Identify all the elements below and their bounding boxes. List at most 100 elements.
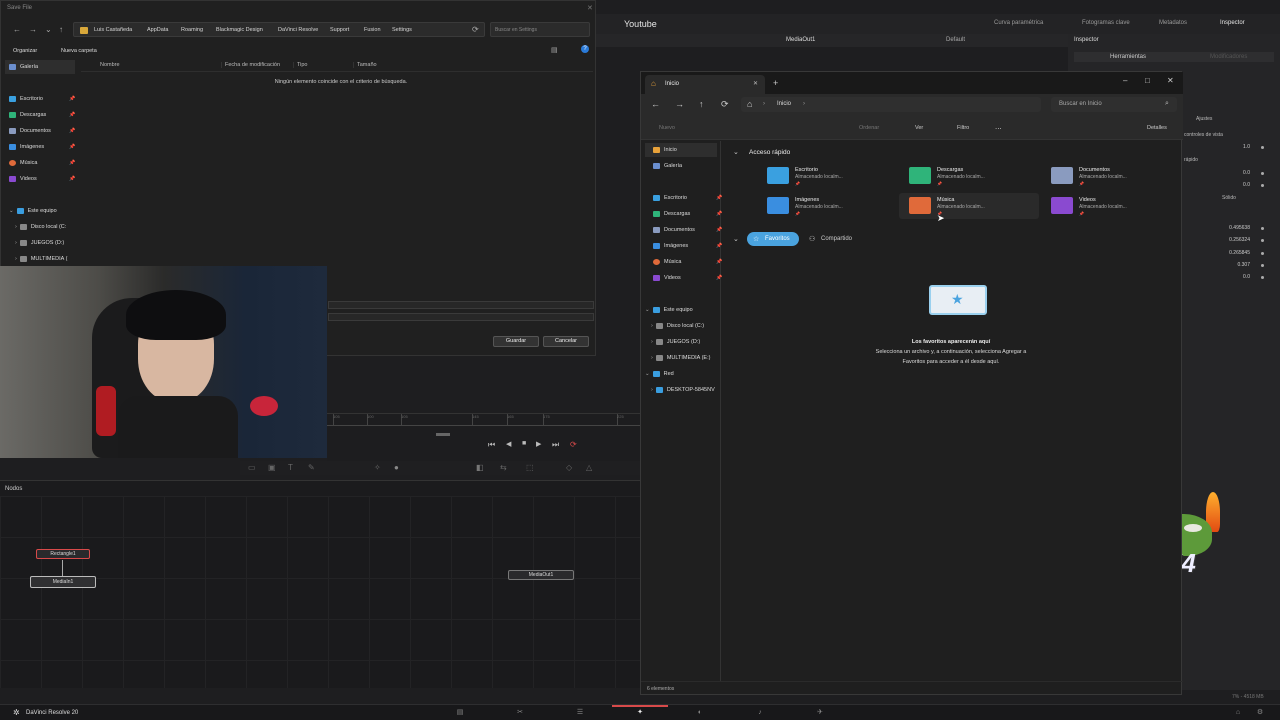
inspector-value[interactable]: 0.256324 [1222, 237, 1250, 243]
deliver-page-icon[interactable]: ✈ [816, 709, 824, 717]
sidebar-item-downloads[interactable]: Descargas 📌 [9, 108, 75, 122]
background-tool-icon[interactable]: ▭ [248, 463, 256, 472]
shared-pill[interactable]: ⚇ Compartido [803, 232, 863, 246]
go-to-end-icon[interactable]: ⏭ [552, 440, 559, 450]
inspector-button[interactable]: Inspector [1220, 20, 1245, 26]
parametric-curve-button[interactable]: Curva paramétrica [994, 20, 1043, 26]
sidebar-item-downloads[interactable]: Descargas 📌 [653, 207, 722, 221]
sidebar-item-disk-d[interactable]: › JUEGOS (D:) [15, 236, 64, 250]
merge-tool-icon[interactable]: ◧ [476, 463, 484, 472]
search-input[interactable]: Buscar en Settings [490, 22, 590, 37]
new-button[interactable]: Nuevo [659, 125, 675, 131]
tab-home[interactable]: ⌂ Inicio ✕ [645, 75, 765, 94]
sidebar-item-desktop-pc[interactable]: › DESKTOP-5845NV [651, 383, 715, 397]
timeline-ruler[interactable]: 105 100 105 145 165 175 225 [327, 414, 640, 426]
cut-page-icon[interactable]: ✂ [516, 709, 524, 717]
node-media-out[interactable]: MediaOut1 [508, 570, 574, 580]
close-icon[interactable]: ✕ [587, 4, 593, 12]
breadcrumb-item[interactable]: Luis Castañeda [94, 27, 132, 33]
sidebar-item-home[interactable]: Inicio [645, 143, 717, 157]
column-size[interactable]: Tamaño [353, 62, 377, 68]
up-arrow-icon[interactable]: ↑ [699, 99, 704, 109]
keyframes-button[interactable]: Fotogramas clave [1082, 20, 1130, 26]
search-icon[interactable]: ⌕ [1165, 100, 1169, 108]
inspector-value[interactable]: 0.0 [1226, 182, 1250, 188]
breadcrumb-item[interactable]: Fusion [364, 27, 381, 33]
sidebar-item-gallery[interactable]: Galería [653, 159, 682, 173]
quick-access-images[interactable]: Imágenes Almacenado localm... 📌 [757, 193, 897, 219]
filter-button[interactable]: Filtro [957, 125, 969, 131]
loop-icon[interactable]: ⟳ [570, 440, 577, 449]
chevron-right-icon[interactable]: › [15, 240, 17, 246]
explorer-search-input[interactable]: Buscar en Inicio [1051, 97, 1177, 112]
chevron-down-icon[interactable]: ⌄ [733, 148, 739, 156]
inspector-value[interactable]: 0.0 [1226, 274, 1250, 280]
text-tool-icon[interactable]: T [288, 463, 293, 472]
column-date[interactable]: Fecha de modificación [221, 62, 280, 68]
sidebar-item-images[interactable]: Imágenes 📌 [653, 239, 722, 253]
image-tool-icon[interactable]: ▣ [268, 463, 276, 472]
quick-access-music[interactable]: Música Almacenado localm... 📌 [899, 193, 1039, 219]
organize-button[interactable]: Organizar [13, 48, 37, 54]
chevron-right-icon[interactable]: › [651, 355, 653, 361]
address-bar[interactable]: Luis Castañeda AppData Roaming Blackmagi… [73, 22, 485, 37]
refresh-icon[interactable]: ⟳ [721, 99, 729, 110]
node-media-in[interactable]: MediaIn1 [30, 576, 96, 588]
sidebar-item-this-pc[interactable]: ⌄ Este equipo [9, 204, 57, 218]
fairlight-page-icon[interactable]: ♪ [756, 709, 764, 717]
help-icon[interactable]: ? [581, 45, 589, 53]
breadcrumb-item[interactable]: Roaming [181, 27, 203, 33]
keyframe-dot-icon[interactable] [1261, 184, 1264, 187]
tab-modifiers[interactable]: Modificadores [1210, 54, 1247, 60]
go-to-start-icon[interactable]: ⏮ [488, 440, 495, 450]
paint-tool-icon[interactable]: ✎ [308, 463, 315, 472]
close-window-icon[interactable]: ✕ [1167, 76, 1174, 85]
keyframe-dot-icon[interactable] [1261, 227, 1264, 230]
breadcrumb-item[interactable]: AppData [147, 27, 168, 33]
inspector-value[interactable]: 0.495638 [1222, 225, 1250, 231]
chevron-right-icon[interactable]: › [651, 387, 653, 393]
keyframe-dot-icon[interactable] [1261, 172, 1264, 175]
filename-input[interactable] [328, 301, 594, 309]
color-page-icon[interactable]: ◐ [696, 709, 704, 717]
view-options-icon[interactable]: ▤ [551, 46, 558, 54]
inspector-value[interactable]: 1.0 [1226, 144, 1250, 150]
blur-tool-icon[interactable]: ● [394, 463, 399, 472]
cancel-button[interactable]: Cancelar [543, 336, 589, 347]
sidebar-item-documents[interactable]: Documentos 📌 [653, 223, 722, 237]
keyframe-dot-icon[interactable] [1261, 146, 1264, 149]
filetype-select[interactable] [328, 313, 594, 321]
explorer-address-bar[interactable]: ⌂ › Inicio › [741, 97, 1041, 112]
new-folder-button[interactable]: Nueva carpeta [61, 48, 97, 54]
back-arrow-icon[interactable]: ← [13, 25, 21, 34]
node-editor[interactable] [0, 496, 640, 688]
inspector-value[interactable]: 0.0 [1226, 170, 1250, 176]
back-arrow-icon[interactable]: ← [651, 99, 660, 109]
metadata-button[interactable]: Metadatos [1159, 20, 1187, 26]
chevron-down-icon[interactable]: ⌄ [645, 371, 650, 377]
maximize-icon[interactable]: □ [1145, 76, 1150, 85]
shape-tool-icon[interactable]: ◇ [566, 463, 572, 472]
node-rectangle[interactable]: Rectangle1 [36, 549, 90, 559]
column-type[interactable]: Tipo [293, 62, 308, 68]
media-page-icon[interactable]: ▤ [456, 709, 464, 717]
transform-tool-icon[interactable]: ⇆ [500, 463, 507, 472]
refresh-icon[interactable]: ⟳ [472, 25, 479, 34]
sidebar-item-disk-d[interactable]: › JUEGOS (D:) [651, 335, 700, 349]
fusion-page-icon[interactable]: ✦ [636, 709, 644, 717]
sidebar-item-videos[interactable]: Videos 📌 [9, 172, 75, 186]
inspector-value[interactable]: 0.265845 [1222, 250, 1250, 256]
play-icon[interactable]: ▶ [536, 440, 541, 448]
sidebar-item-disk-e[interactable]: › MULTIMEDIA ( [15, 252, 67, 266]
up-arrow-icon[interactable]: ↑ [59, 25, 63, 34]
chevron-right-icon[interactable]: › [651, 339, 653, 345]
sidebar-item-desktop[interactable]: Escritorio 📌 [653, 191, 722, 205]
sidebar-item-documents[interactable]: Documentos 📌 [9, 124, 75, 138]
tab-tools[interactable]: Herramientas [1110, 54, 1146, 60]
chevron-down-icon[interactable]: ⌄ [9, 208, 14, 214]
settings-gear-icon[interactable]: ⚙ [1256, 709, 1264, 717]
chevron-right-icon[interactable]: › [15, 224, 17, 230]
chevron-right-icon[interactable]: › [803, 101, 805, 107]
more-options-button[interactable]: ... [995, 122, 1002, 131]
breadcrumb-item[interactable]: DaVinci Resolve [278, 27, 318, 33]
